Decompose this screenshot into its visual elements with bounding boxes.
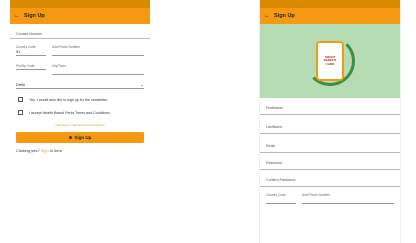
footer-signin-link[interactable]: Sign: [41, 148, 49, 153]
back-arrow-icon[interactable]: ←: [264, 13, 274, 19]
phone-number-input[interactable]: [302, 197, 394, 204]
hero-banner: SMART BENEFIT CARD: [260, 24, 400, 98]
last-name-field[interactable]: LastName: [260, 123, 400, 134]
state-select[interactable]: Delhi ⌄: [16, 82, 144, 89]
first-name-field[interactable]: FirstName: [260, 104, 400, 115]
page-title: Sign Up: [274, 13, 295, 19]
page-title: Sign Up: [24, 13, 45, 19]
benefit-card-icon: SMART BENEFIT CARD: [316, 41, 344, 81]
country-phone-row: Country Code Add Phone Number: [260, 193, 400, 204]
back-arrow-icon[interactable]: ←: [14, 13, 24, 19]
newsletter-checkbox[interactable]: [18, 97, 23, 102]
confirm-password-field[interactable]: Confirm Password: [260, 176, 400, 187]
state-row: Delhi ⌄: [10, 82, 150, 89]
sign-up-label: Sign Up: [74, 135, 92, 140]
menu-icon[interactable]: [390, 13, 396, 19]
status-bar: [10, 0, 150, 8]
pincode-city-row: Pin/Zip Code City/Town: [10, 64, 150, 75]
terms-checkbox[interactable]: [18, 110, 23, 115]
hero-badge-text: SMART BENEFIT CARD: [323, 54, 337, 66]
phone-number-input[interactable]: [52, 49, 144, 56]
newsletter-label: Yes, I would also like to sign up for th…: [29, 97, 108, 102]
status-bar: [260, 0, 400, 8]
app-bar: ← Sign Up: [10, 8, 150, 24]
footer-prefix: Clicking yes?: [16, 148, 41, 153]
country-code-select[interactable]: [266, 197, 296, 204]
country-phone-row: Country Code 91 Add Phone Number: [10, 45, 150, 56]
chevron-down-icon: ⌄: [140, 82, 144, 87]
city-input[interactable]: [52, 68, 144, 75]
footer-suffix: in here: [48, 148, 63, 153]
footer-signin: Clicking yes? Sign in here: [10, 148, 150, 153]
password-field[interactable]: Password: [260, 159, 400, 170]
state-value: Delhi: [16, 82, 26, 87]
sign-up-button[interactable]: ⊕ Sign Up: [16, 132, 144, 143]
country-code-select[interactable]: 91: [16, 49, 46, 56]
contact-number-section-label: Contact Number: [10, 30, 150, 39]
terms-label: I accept Health Based Perks Terms and Co…: [29, 110, 111, 115]
app-bar: ← Sign Up: [260, 8, 400, 24]
signup-screen-contact: ← Sign Up Contact Number Country Code 91…: [10, 0, 150, 236]
email-field[interactable]: Email: [260, 142, 400, 153]
signup-screen-account: ← Sign Up SMART BENEFIT CARD FirstName Las…: [260, 0, 400, 243]
menu-icon[interactable]: [140, 13, 146, 19]
sign-up-icon: ⊕: [68, 134, 73, 140]
pincode-input[interactable]: [16, 68, 46, 70]
